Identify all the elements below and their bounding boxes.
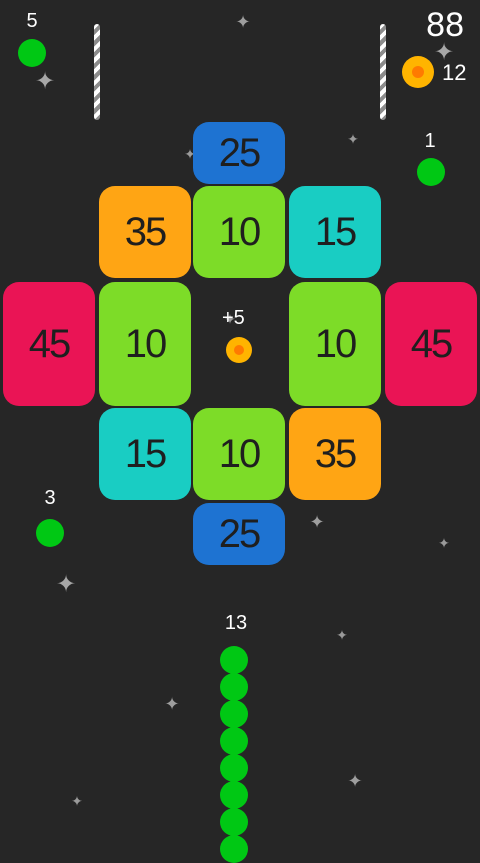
ball-pickup[interactable]	[417, 158, 445, 186]
coin-bonus-label: +5	[222, 307, 245, 329]
star-icon: ✦	[347, 132, 359, 148]
pickup-value: 1	[424, 130, 436, 152]
block: 15	[289, 186, 381, 278]
block: 45	[385, 282, 477, 406]
coin-icon	[402, 56, 434, 88]
block: 10	[193, 186, 285, 278]
snake-head[interactable]	[220, 646, 248, 674]
pickup-value: 5	[26, 10, 38, 32]
snake-segment	[220, 781, 248, 809]
star-icon: ✦	[34, 67, 56, 95]
block: 35	[289, 408, 381, 500]
block: 10	[193, 408, 285, 500]
score-counter: 88	[426, 6, 464, 44]
snake-length: 13	[224, 612, 248, 634]
block: 10	[99, 282, 191, 406]
block: 10	[289, 282, 381, 406]
snake-segment	[220, 808, 248, 836]
star-icon: ✦	[71, 794, 83, 810]
coin-pickup-icon[interactable]	[226, 337, 252, 363]
star-icon: ✦	[55, 570, 77, 598]
left-wall	[94, 24, 100, 120]
block: 35	[99, 186, 191, 278]
pickup-value: 3	[44, 487, 56, 509]
block: 25	[193, 503, 285, 565]
block: 15	[99, 408, 191, 500]
ball-pickup[interactable]	[18, 39, 46, 67]
star-icon: ✦	[309, 512, 325, 533]
block: 25	[193, 122, 285, 184]
block: 45	[3, 282, 95, 406]
star-icon: ✦	[347, 771, 363, 792]
snake-segment	[220, 754, 248, 782]
star-icon: ✦	[336, 628, 348, 644]
star-icon: ✦	[438, 536, 450, 552]
ball-pickup[interactable]	[36, 519, 64, 547]
coin-counter: 12	[442, 60, 467, 85]
snake-segment	[220, 835, 248, 863]
snake-segment	[220, 700, 248, 728]
snake-segment	[220, 673, 248, 701]
star-icon: ✦	[235, 12, 251, 33]
game-board[interactable]: ✦ ✦ ✦ ✦ ✦ ✦ ✦ ✦ ✦ ✦ ✦ ✦ ✦ 88 12 5 1 3 25…	[0, 0, 480, 863]
star-icon: ✦	[164, 694, 180, 715]
snake-segment	[220, 727, 248, 755]
right-wall	[380, 24, 386, 120]
